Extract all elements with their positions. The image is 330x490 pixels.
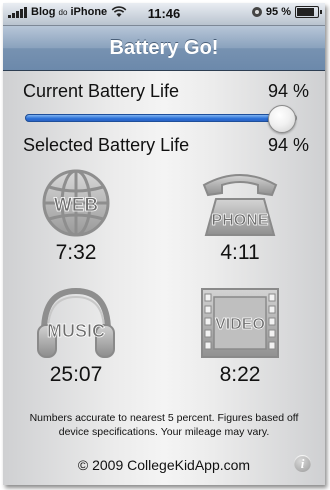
- svg-text:WEB: WEB: [54, 195, 98, 216]
- svg-text:PHONE: PHONE: [212, 212, 269, 229]
- status-right: 95 %: [251, 6, 322, 18]
- info-icon[interactable]: i: [294, 455, 311, 472]
- headphones-icon: MUSIC: [37, 287, 115, 358]
- selected-battery-label: Selected Battery Life: [23, 135, 190, 155]
- music-tile[interactable]: MUSIC 25:07: [21, 285, 131, 387]
- navigation-bar: Battery Go!: [3, 26, 325, 71]
- web-time: 7:32: [55, 241, 97, 264]
- main-content: Current Battery Life 94 % Selected Batte…: [3, 71, 325, 485]
- selected-battery-value: 94 %: [267, 135, 309, 155]
- screenshot-frame: Blog do iPhone 11:46 95 % Battery Go! Cu…: [0, 0, 330, 490]
- accuracy-note: Numbers accurate to nearest 5 percent. F…: [29, 412, 299, 438]
- music-time: 25:07: [49, 363, 103, 386]
- status-bar: Blog do iPhone 11:46 95 %: [3, 3, 325, 26]
- svg-text:VIDEO: VIDEO: [215, 316, 265, 333]
- current-battery-label: Current Battery Life: [23, 81, 180, 101]
- globe-icon: WEB: [42, 169, 110, 237]
- current-battery-value: 94 %: [267, 81, 309, 101]
- phone-tile[interactable]: PHONE 4:11: [185, 167, 295, 265]
- video-time: 8:22: [219, 363, 261, 386]
- web-tile[interactable]: WEB 7:32: [21, 167, 131, 265]
- page-title: Battery Go!: [109, 37, 219, 59]
- telephone-icon: PHONE: [202, 174, 278, 236]
- battery-fill: [297, 8, 315, 16]
- battery-slider[interactable]: [25, 105, 297, 133]
- rotation-lock-icon: [251, 7, 262, 17]
- battery-percent: 95 %: [265, 6, 291, 18]
- copyright-link[interactable]: © 2009 CollegeKidApp.com: [3, 457, 325, 473]
- phone-time: 4:11: [220, 241, 260, 264]
- slider-fill: [25, 114, 281, 122]
- svg-text:MUSIC: MUSIC: [47, 321, 105, 341]
- battery-icon: [295, 6, 322, 18]
- slider-thumb[interactable]: [267, 105, 296, 133]
- film-icon: VIDEO: [201, 288, 279, 358]
- video-tile[interactable]: VIDEO 8:22: [185, 285, 295, 387]
- phone-screen: Blog do iPhone 11:46 95 % Battery Go! Cu…: [3, 3, 325, 485]
